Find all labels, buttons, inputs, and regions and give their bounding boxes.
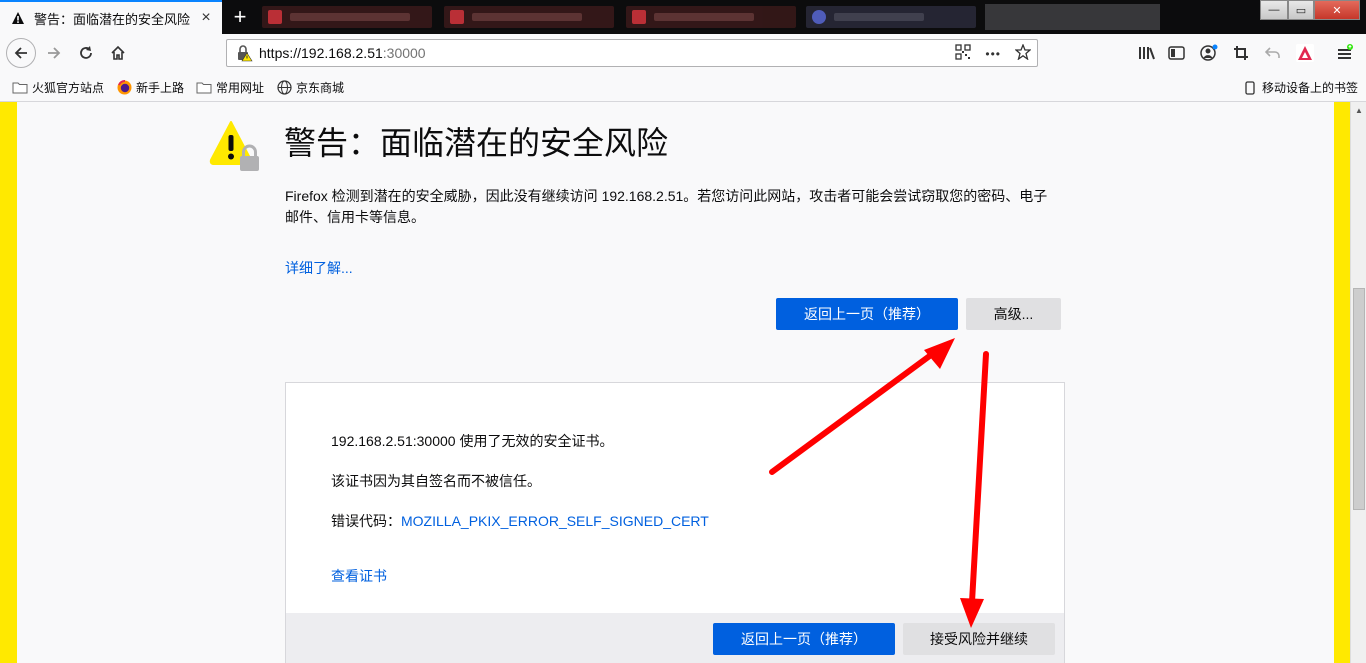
bookmark-item[interactable]: 新手上路 <box>116 79 184 96</box>
advanced-panel-footer: 返回上一页（推荐） 接受风险并继续 <box>286 613 1064 663</box>
tab-close-button[interactable]: × <box>196 8 216 28</box>
window-close-button[interactable]: ✕ <box>1314 0 1360 20</box>
vertical-scrollbar[interactable]: ▲ <box>1350 102 1366 663</box>
error-code-row: 错误代码：MOZILLA_PKIX_ERROR_SELF_SIGNED_CERT <box>331 511 709 531</box>
tab-blurred[interactable] <box>806 6 976 28</box>
window-maximize-button[interactable]: ▭ <box>1288 0 1314 20</box>
sidebar-icon[interactable] <box>1166 42 1188 64</box>
tab-blurred[interactable] <box>626 6 796 28</box>
reload-button[interactable] <box>72 39 100 67</box>
error-code-label: 错误代码： <box>331 513 401 529</box>
warning-stripe-right <box>1334 102 1350 663</box>
qr-code-icon[interactable] <box>955 43 972 65</box>
url-text: https://192.168.2.51:30000 <box>259 45 426 61</box>
bookmark-label: 新手上路 <box>136 81 185 95</box>
bookmark-label: 京东商城 <box>296 81 345 95</box>
bookmark-item[interactable]: 火狐官方站点 <box>12 79 104 96</box>
back-button[interactable] <box>6 38 36 68</box>
url-port: :30000 <box>382 45 426 61</box>
folder-icon <box>196 81 212 95</box>
view-certificate-link[interactable]: 查看证书 <box>331 566 387 586</box>
tab-title: 警告：面临潜在的安全风险 <box>34 11 191 27</box>
bookmark-star-icon[interactable] <box>1014 42 1032 65</box>
go-back-button-secondary[interactable]: 返回上一页（推荐） <box>713 623 895 655</box>
addon-red-icon[interactable] <box>1294 42 1316 64</box>
forward-button[interactable] <box>40 39 68 67</box>
undo-icon[interactable] <box>1262 42 1284 64</box>
tab-strip: 警告：面临潜在的安全风险 × + — ▭ ✕ <box>0 0 1366 34</box>
url-host: https://192.168.2.51 <box>259 45 383 61</box>
globe-icon <box>276 80 292 95</box>
forward-arrow-icon <box>48 47 61 59</box>
app-menu-button[interactable] <box>1334 42 1356 64</box>
cert-invalid-text: 192.168.2.51:30000 使用了无效的安全证书。 <box>331 433 614 449</box>
mobile-bookmarks-label: 移动设备上的书签 <box>1262 81 1359 95</box>
bookmark-label: 火狐官方站点 <box>32 81 105 95</box>
accept-risk-button[interactable]: 接受风险并继续 <box>903 623 1055 655</box>
go-back-button[interactable]: 返回上一页（推荐） <box>776 298 958 330</box>
cert-untrusted-text: 该证书因为其自签名而不被信任。 <box>331 473 541 489</box>
scroll-up-arrow-icon[interactable]: ▲ <box>1351 102 1366 118</box>
bookmark-item[interactable]: 京东商城 <box>276 79 344 96</box>
mobile-bookmarks[interactable]: 移动设备上的书签 <box>1242 79 1358 96</box>
firefox-logo-icon <box>116 80 132 95</box>
learn-more-link[interactable]: 详细了解... <box>285 258 353 278</box>
error-code-link[interactable]: MOZILLA_PKIX_ERROR_SELF_SIGNED_CERT <box>401 513 709 529</box>
back-arrow-icon <box>14 47 27 59</box>
warning-lock-icon <box>207 118 263 174</box>
home-button[interactable] <box>104 39 132 67</box>
bookmarks-toolbar: 火狐官方站点 新手上路 常用网址 京东商城 移动设备上的书签 <box>0 72 1366 102</box>
tab-active[interactable]: 警告：面临潜在的安全风险 × <box>0 0 222 34</box>
page-description: Firefox 检测到潜在的安全威胁，因此没有继续访问 192.168.2.51… <box>285 188 1048 225</box>
annotation-arrowhead <box>924 338 955 369</box>
page-actions-menu-button[interactable]: ••• <box>985 47 1001 61</box>
error-page: ▲ 警告：面临潜在的安全风险 Firefox 检测到潜在的安全威胁，因此没有继续… <box>0 102 1366 663</box>
navigation-toolbar: https://192.168.2.51:30000 ••• <box>0 34 1366 72</box>
window-minimize-button[interactable]: — <box>1260 0 1288 20</box>
warning-stripe-left <box>0 102 17 663</box>
reload-icon <box>80 46 92 59</box>
tab-blurred[interactable] <box>985 4 1160 30</box>
home-icon <box>111 45 125 60</box>
new-tab-button[interactable]: + <box>226 4 254 30</box>
bookmark-item[interactable]: 常用网址 <box>196 79 264 96</box>
url-bar[interactable]: https://192.168.2.51:30000 ••• <box>226 39 1038 67</box>
screenshot-crop-icon[interactable] <box>1230 42 1252 64</box>
advanced-panel: 192.168.2.51:30000 使用了无效的安全证书。 该证书因为其自签名… <box>285 382 1065 663</box>
mobile-device-icon <box>1242 80 1258 95</box>
bookmark-label: 常用网址 <box>216 81 265 95</box>
library-icon[interactable] <box>1136 42 1158 64</box>
tab-blurred[interactable] <box>262 6 432 28</box>
advanced-button[interactable]: 高级... <box>966 298 1061 330</box>
account-icon[interactable] <box>1198 42 1220 64</box>
warning-tab-icon <box>10 10 26 26</box>
tab-blurred[interactable] <box>444 6 614 28</box>
page-title: 警告：面临潜在的安全风险 <box>284 125 669 161</box>
folder-icon <box>12 81 28 95</box>
insecure-lock-icon[interactable] <box>233 43 255 63</box>
scrollbar-thumb[interactable] <box>1353 288 1365 510</box>
